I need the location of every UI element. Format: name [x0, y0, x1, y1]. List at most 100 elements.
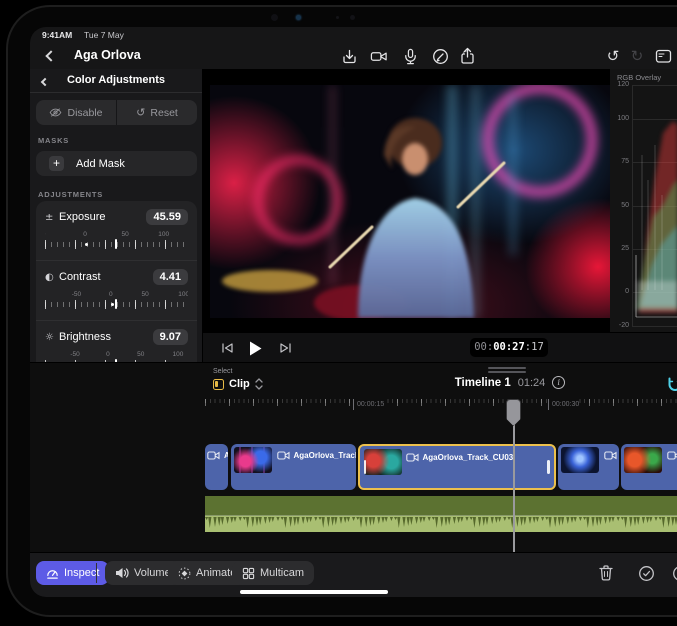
- timeline: Select Clip Timeline 1 01:24 i 00:00:150…: [30, 362, 677, 552]
- video-camera-icon: [667, 451, 677, 460]
- slider-tick-label: 50: [137, 351, 144, 358]
- adjustment-slider[interactable]: -50050100: [45, 291, 188, 311]
- microphone-icon: [402, 48, 419, 65]
- add-mask-button[interactable]: + Add Mask: [36, 151, 197, 176]
- multicam-button[interactable]: Multicam: [232, 561, 314, 585]
- video-frame-art: [210, 85, 610, 318]
- slider-tick-label: 0: [109, 291, 113, 298]
- trash-icon: [598, 564, 614, 582]
- skip-back-icon: [221, 342, 234, 354]
- clip-thumbnail: [234, 447, 272, 473]
- video-camera-icon: [277, 451, 290, 460]
- timeline-clip[interactable]: AgaOrlova_Track_CU03: [358, 444, 556, 490]
- timeline-clip[interactable]: Ag…: [205, 444, 228, 490]
- back-button[interactable]: [42, 47, 60, 65]
- timeline-clip[interactable]: A…: [558, 444, 619, 490]
- ruler-timecode-label: 00:00:30: [548, 399, 579, 410]
- slider-tick-labels: -50050100: [45, 231, 188, 239]
- adjustment-row: ± Exposure 45.59 -50050100: [36, 201, 197, 260]
- audio-clip-header: [205, 496, 677, 516]
- adjustment-value-field[interactable]: 4.41: [153, 269, 188, 285]
- delete-button[interactable]: [596, 562, 616, 584]
- timeline-clip[interactable]: AgaOrlova_Track_Wid…: [231, 444, 356, 490]
- trim-handle[interactable]: [547, 460, 550, 474]
- timeline-title-row: Timeline 1 01:24 i: [420, 376, 600, 389]
- adjustments-heading: ADJUSTMENTS: [38, 190, 103, 199]
- more-circle-icon: [672, 565, 677, 582]
- face-id-sensor: [271, 14, 278, 21]
- play-icon: [249, 341, 262, 356]
- play-button[interactable]: [245, 339, 265, 357]
- exposure-icon: ±: [45, 212, 59, 223]
- inspect-button[interactable]: Inspect: [36, 561, 109, 585]
- scope-axis-label: 0: [610, 288, 629, 295]
- media-browser-button[interactable]: [654, 47, 672, 65]
- skip-to-end-button[interactable]: [275, 339, 295, 357]
- adjustment-value-field[interactable]: 45.59: [146, 209, 188, 225]
- confirm-button[interactable]: [636, 562, 656, 584]
- toolbar-divider: [96, 563, 97, 583]
- pencil-tool-button[interactable]: [431, 47, 449, 65]
- snapping-toggle-icon[interactable]: [667, 377, 677, 392]
- slider-tick-label: -50: [72, 291, 81, 298]
- slider-indicator[interactable]: [115, 239, 117, 249]
- slider-tick-label: 0: [106, 351, 110, 358]
- disable-label: Disable: [67, 107, 102, 119]
- transport-bar: 00:00:27:17: [203, 332, 677, 362]
- audio-clip[interactable]: [205, 496, 677, 532]
- home-indicator[interactable]: [240, 590, 388, 594]
- disable-button[interactable]: Disable: [36, 100, 117, 125]
- timeline-clip[interactable]: [621, 444, 677, 490]
- share-icon: [459, 47, 477, 65]
- audio-waveform: [205, 517, 677, 531]
- clip-icon: [213, 379, 224, 390]
- clip-mode-selector[interactable]: Clip: [213, 378, 263, 390]
- scope-axis-label: 120: [610, 81, 629, 88]
- scope-axis-label: 100: [610, 115, 629, 122]
- slider-strip: [45, 239, 188, 249]
- import-button[interactable]: [340, 47, 358, 65]
- scope-axis-label: -20: [610, 322, 629, 329]
- record-video-button[interactable]: [370, 47, 388, 65]
- scope-axis-label: 50: [610, 202, 629, 209]
- trim-handle[interactable]: [364, 460, 367, 474]
- timeline-name: Timeline 1: [455, 377, 511, 389]
- project-title: Aga Orlova: [74, 48, 141, 62]
- share-button[interactable]: [459, 47, 477, 65]
- timecode-display[interactable]: 00:00:27:17: [470, 338, 548, 357]
- clip-meta: [667, 451, 677, 460]
- video-camera-icon: [370, 48, 388, 65]
- multicam-grid-icon: [242, 567, 255, 580]
- slider-indicator[interactable]: [115, 299, 117, 309]
- adjustment-value-field[interactable]: 9.07: [153, 329, 188, 345]
- record-audio-button[interactable]: [401, 47, 419, 65]
- clip-meta: AgaOrlova_Track_CU03: [406, 453, 514, 462]
- adjustment-row: ◐ Contrast 4.41 -50050100: [36, 260, 197, 320]
- undo-button[interactable]: ↺: [604, 47, 622, 65]
- overflow-button[interactable]: [670, 562, 677, 584]
- masks-heading: MASKS: [38, 136, 69, 145]
- redo-icon: ↻: [631, 47, 644, 65]
- adjustment-header: ± Exposure 45.59: [45, 209, 188, 225]
- app-screen: 9:41AM Tue 7 May Aga Orlova ↺ ↻: [30, 27, 677, 597]
- timeline-drag-handle[interactable]: [488, 367, 526, 375]
- timecode-seconds: 00:27: [493, 341, 525, 353]
- title-bar: Aga Orlova ↺ ↻: [30, 43, 677, 69]
- clip-meta: Ag…: [207, 451, 228, 460]
- playhead-handle[interactable]: [506, 399, 521, 426]
- clip-thumbnail: [364, 449, 402, 475]
- add-mask-label: Add Mask: [76, 158, 125, 170]
- info-button[interactable]: i: [552, 376, 565, 389]
- contrast-icon: ◐: [45, 272, 59, 283]
- skip-to-start-button[interactable]: [217, 339, 237, 357]
- adjustment-slider[interactable]: -50050100: [45, 231, 188, 251]
- timeline-ruler[interactable]: 00:00:1500:00:30: [205, 399, 677, 411]
- reset-button[interactable]: ↺ Reset: [117, 100, 197, 125]
- reset-label: Reset: [150, 107, 177, 119]
- slider-origin-dot: [85, 243, 88, 246]
- slider-origin-dot: [111, 303, 114, 306]
- redo-button[interactable]: ↻: [628, 47, 646, 65]
- scope-grid-line: [632, 326, 677, 327]
- pencil-circle-icon: [432, 48, 449, 65]
- viewer-zone: [203, 69, 610, 332]
